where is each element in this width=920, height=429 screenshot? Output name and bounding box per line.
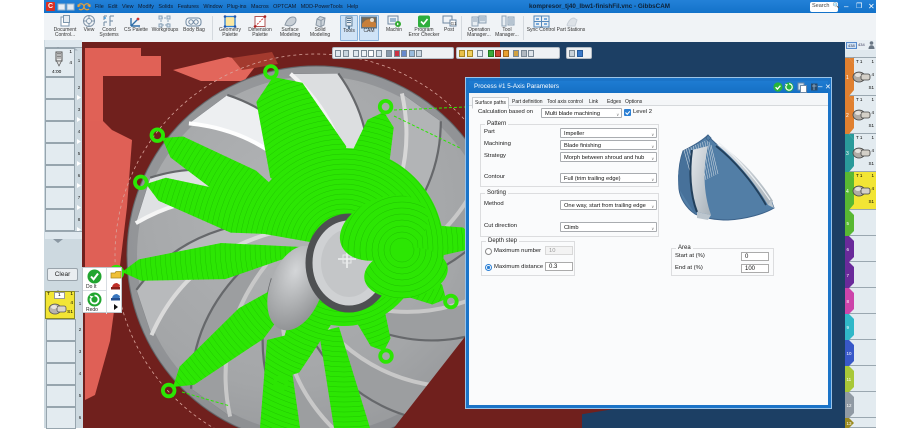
svg-text:11: 11 [847,377,852,382]
svg-text:10: 10 [847,351,853,356]
svg-text:3: 3 [846,151,849,157]
svg-text:2: 2 [846,113,849,119]
svg-text:1: 1 [846,75,849,81]
svg-text:4: 4 [846,189,849,195]
svg-text:G1: G1 [450,21,456,26]
svg-text:12: 12 [847,403,853,408]
svg-text:13: 13 [847,421,853,426]
